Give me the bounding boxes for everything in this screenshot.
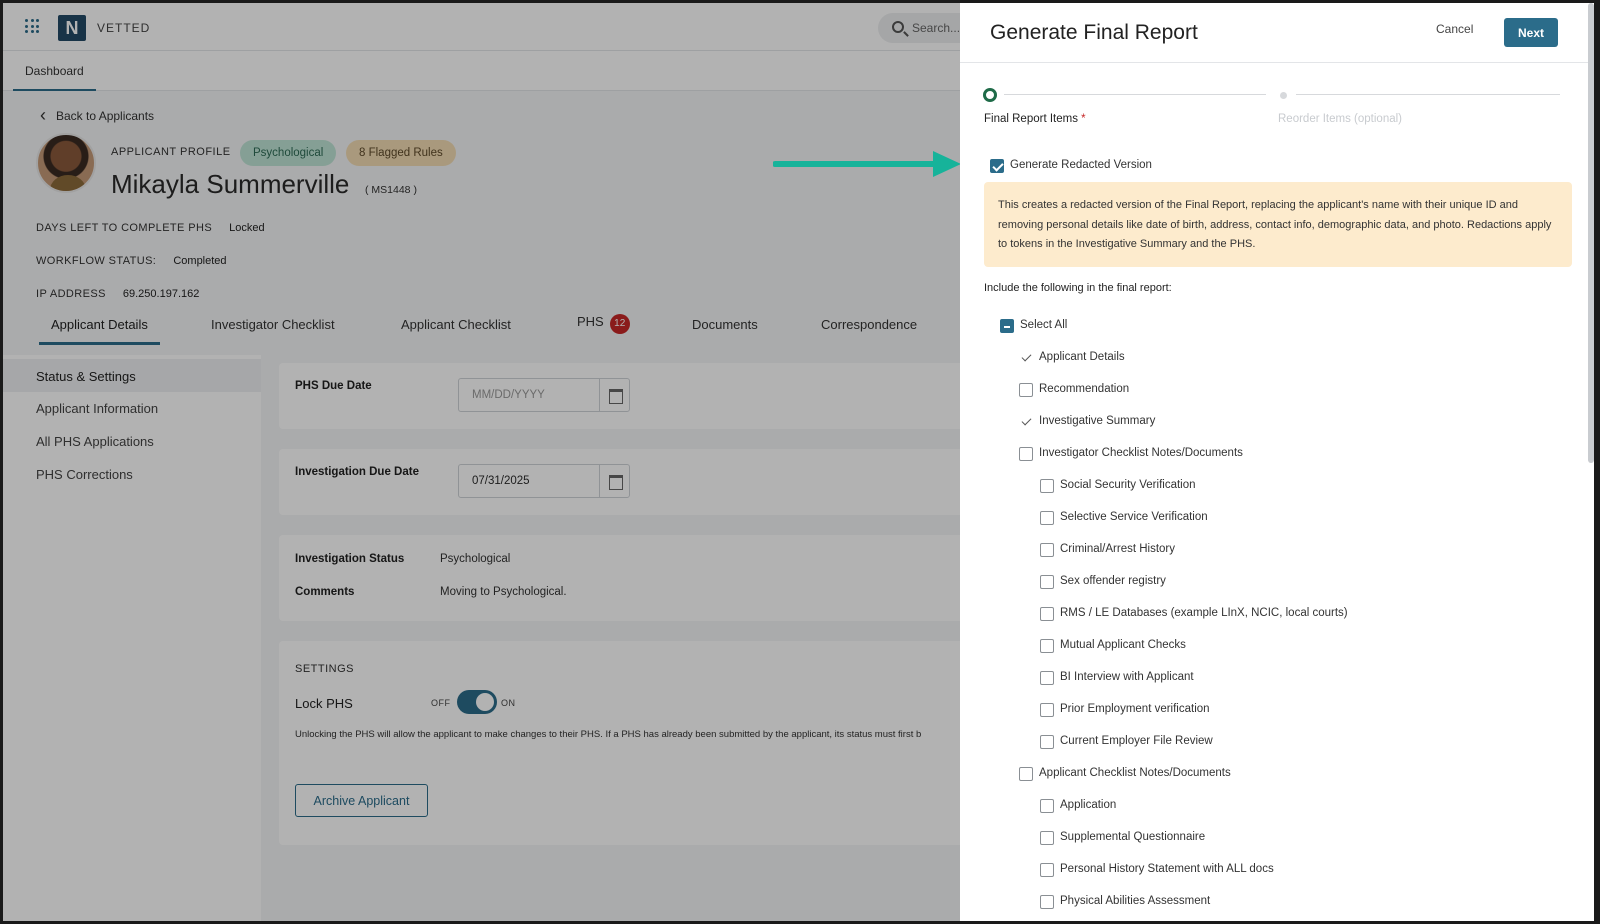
item-checkbox-prior-employment[interactable] (1040, 703, 1054, 717)
item-checkbox-rms-le-databases[interactable] (1040, 607, 1054, 621)
drawer-header: Generate Final Report Cancel Next (960, 3, 1594, 63)
item-label: Criminal/Arrest History (1060, 543, 1176, 555)
item-checkbox-social-security[interactable] (1040, 479, 1054, 493)
redacted-version-checkbox[interactable] (990, 159, 1004, 173)
item-label: Investigative Summary (1039, 415, 1156, 427)
item-label: Personal History Statement with ALL docs (1060, 863, 1274, 875)
cancel-button[interactable]: Cancel (1436, 22, 1473, 36)
item-checkbox-recommendation[interactable] (1019, 383, 1033, 397)
item-label: BI Interview with Applicant (1060, 671, 1194, 683)
item-checkbox-applicant-details[interactable] (1019, 351, 1033, 365)
redaction-notice: This creates a redacted version of the F… (984, 182, 1572, 267)
item-label: Prior Employment verification (1060, 703, 1210, 715)
item-checkbox-physical-abilities[interactable] (1040, 895, 1054, 909)
item-label: Applicant Checklist Notes/Documents (1039, 767, 1231, 779)
generate-report-drawer: Generate Final Report Cancel Next Final … (960, 3, 1594, 921)
include-title: Include the following in the final repor… (984, 282, 1172, 294)
item-label: Recommendation (1039, 383, 1130, 395)
step-connector (1004, 94, 1266, 95)
step-2-label: Reorder Items (optional) (1278, 113, 1402, 125)
item-checkbox-application[interactable] (1040, 799, 1054, 813)
step-1-indicator (983, 88, 997, 102)
drawer-title: Generate Final Report (990, 21, 1198, 44)
item-checkbox-current-employer[interactable] (1040, 735, 1054, 749)
item-label: Physical Abilities Assessment (1060, 895, 1211, 907)
item-label: Supplemental Questionnaire (1060, 831, 1206, 843)
item-checkbox-criminal-history[interactable] (1040, 543, 1054, 557)
item-checkbox-investigator-checklist[interactable] (1019, 447, 1033, 461)
step-1-label: Final Report Items * (984, 113, 1086, 125)
drawer-scrollbar[interactable] (1588, 3, 1594, 463)
item-checkbox-supplemental-questionnaire[interactable] (1040, 831, 1054, 845)
step-connector (1296, 94, 1560, 95)
item-label: Social Security Verification (1060, 479, 1196, 491)
next-button[interactable]: Next (1504, 18, 1558, 47)
item-checkbox-sex-offender-registry[interactable] (1040, 575, 1054, 589)
item-label: Sex offender registry (1060, 575, 1166, 587)
select-all-checkbox[interactable] (1000, 319, 1014, 333)
item-label: RMS / LE Databases (example LInX, NCIC, … (1060, 607, 1348, 619)
modal-overlay[interactable] (3, 3, 960, 921)
required-mark: * (1081, 113, 1086, 125)
step-1-text: Final Report Items (984, 113, 1078, 125)
item-label: Application (1060, 799, 1117, 811)
item-checkbox-mutual-applicant-checks[interactable] (1040, 639, 1054, 653)
item-label: Applicant Details (1039, 351, 1125, 363)
redacted-version-label: Generate Redacted Version (1010, 159, 1152, 171)
app-frame: N VETTED Search... Dashboard Back to App… (3, 3, 1594, 921)
item-label: Mutual Applicant Checks (1060, 639, 1186, 651)
item-checkbox-selective-service[interactable] (1040, 511, 1054, 525)
item-label: Selective Service Verification (1060, 511, 1208, 523)
item-checkbox-personal-history-statement[interactable] (1040, 863, 1054, 877)
item-checkbox-applicant-checklist[interactable] (1019, 767, 1033, 781)
annotation-arrow-icon (773, 151, 961, 177)
item-label: Current Employer File Review (1060, 735, 1213, 747)
step-2-indicator (1280, 92, 1287, 99)
select-all-label: Select All (1020, 319, 1068, 331)
item-label: Investigator Checklist Notes/Documents (1039, 447, 1243, 459)
item-checkbox-bi-interview[interactable] (1040, 671, 1054, 685)
item-checkbox-investigative-summary[interactable] (1019, 415, 1033, 429)
